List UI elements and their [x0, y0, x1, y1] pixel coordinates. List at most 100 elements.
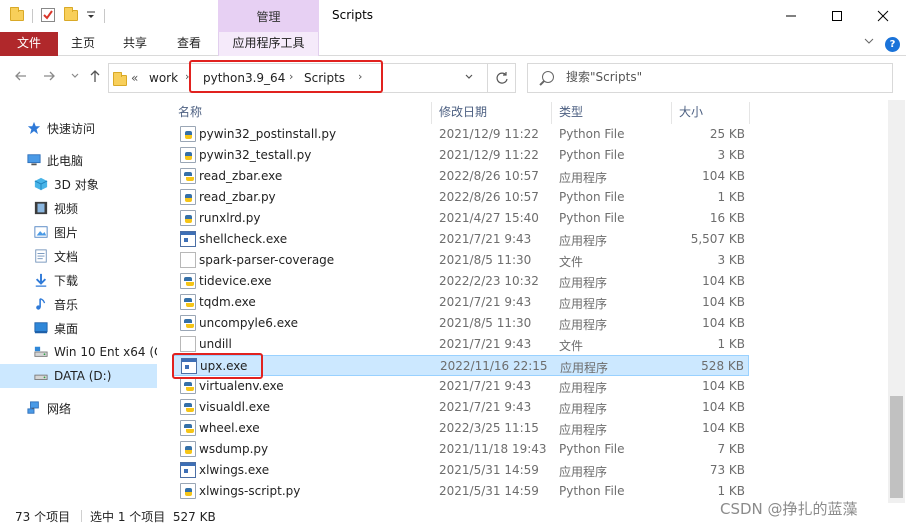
file-row[interactable]: pywin32_postinstall.py 2021/12/9 11:22 Pyt… [172, 124, 749, 145]
column-divider[interactable] [749, 102, 750, 124]
column-header-date[interactable]: 修改日期 [439, 103, 487, 120]
search-input[interactable] [566, 70, 866, 84]
refresh-button[interactable] [487, 64, 516, 92]
file-size: 104 KB [702, 421, 745, 435]
tab-file[interactable]: 文件 [0, 32, 58, 56]
file-row[interactable]: virtualenv.exe 2021/7/21 9:43 应用程序 104 KB [172, 376, 749, 397]
column-header-type[interactable]: 类型 [559, 103, 583, 120]
breadcrumb-python[interactable]: python3.9_64 [203, 71, 285, 85]
file-row[interactable]: tidevice.exe 2022/2/23 10:32 应用程序 104 KB [172, 271, 749, 292]
ribbon-tabs: 文件 主页 共享 查看 应用程序工具 [0, 32, 906, 56]
column-header-name[interactable]: 名称 [178, 103, 202, 120]
address-history-dropdown[interactable] [464, 70, 474, 87]
sidebar-item-this-pc[interactable]: 此电脑 [0, 148, 157, 172]
sidebar-item-label: 图片 [54, 225, 79, 240]
breadcrumb-work[interactable]: work [149, 71, 178, 85]
up-button[interactable] [86, 69, 104, 87]
close-button[interactable] [860, 0, 906, 32]
chevron-right-icon[interactable]: › [185, 70, 189, 83]
file-type: 应用程序 [560, 361, 609, 375]
sidebar-item-network[interactable]: 网络 [0, 396, 157, 420]
file-date: 2021/7/21 9:43 [439, 337, 532, 351]
chevron-right-icon[interactable]: › [358, 70, 362, 83]
file-row[interactable]: read_zbar.py 2022/8/26 10:57 Python File 1 … [172, 187, 749, 208]
python-file-icon [180, 189, 196, 205]
file-row[interactable]: spark-parser-coverage 2021/8/5 11:30 文件 3 K… [172, 250, 749, 271]
file-name: upx.exe [200, 359, 248, 373]
file-type: 应用程序 [559, 297, 608, 311]
sidebar-item-music[interactable]: 音乐 [0, 292, 157, 316]
selection-info: 选中 1 个项目 527 KB [90, 510, 216, 524]
file-row[interactable]: xlwings.exe 2021/5/31 14:59 应用程序 73 KB [172, 460, 749, 481]
drive-icon [34, 374, 48, 380]
file-row[interactable]: wsdump.py 2021/11/18 19:43 Python File 7 KB [172, 439, 749, 460]
sidebar-item-drive-d[interactable]: DATA (D:) [0, 364, 157, 388]
file-type: Python File [559, 148, 625, 162]
properties-icon[interactable] [40, 7, 56, 23]
vertical-scrollbar[interactable] [888, 100, 905, 503]
file-row[interactable]: shellcheck.exe 2021/7/21 9:43 应用程序 5,507 KB [172, 229, 749, 250]
recent-locations-button[interactable] [66, 69, 84, 87]
file-row[interactable]: upx.exe 2022/11/16 22:15 应用程序 528 KB [172, 355, 749, 376]
scrollbar-thumb[interactable] [890, 396, 903, 498]
tab-view[interactable]: 查看 [170, 32, 208, 56]
help-icon[interactable]: ? [885, 37, 900, 52]
tab-application-tools[interactable]: 应用程序工具 [218, 32, 319, 56]
file-row[interactable]: read_zbar.exe 2022/8/26 10:57 应用程序 104 KB [172, 166, 749, 187]
column-divider[interactable] [431, 102, 432, 124]
address-bar[interactable]: « work › python3.9_64 › Scripts › [108, 63, 516, 93]
customize-quick-access-icon[interactable] [86, 7, 102, 23]
sidebar-item-videos[interactable]: 视频 [0, 196, 157, 220]
file-row[interactable]: visualdl.exe 2021/7/21 9:43 应用程序 104 KB [172, 397, 749, 418]
file-name: undill [199, 337, 232, 351]
file-row[interactable]: runxlrd.py 2021/4/27 15:40 Python File 16 K… [172, 208, 749, 229]
breadcrumb-overflow[interactable]: « [131, 71, 138, 85]
search-box[interactable] [527, 63, 893, 93]
breadcrumb-scripts[interactable]: Scripts [304, 71, 345, 85]
file-name: read_zbar.exe [199, 169, 283, 183]
file-date: 2021/12/9 11:22 [439, 148, 539, 162]
column-divider[interactable] [671, 102, 672, 124]
sidebar-item-documents[interactable]: 文档 [0, 244, 157, 268]
file-row[interactable]: pywin32_testall.py 2021/12/9 11:22 Python … [172, 145, 749, 166]
sidebar-item-quick-access[interactable]: 快速访问 [0, 116, 157, 140]
file-row[interactable]: wheel.exe 2022/3/25 11:15 应用程序 104 KB [172, 418, 749, 439]
file-row[interactable]: xlwings-script.py 2021/5/31 14:59 Python F… [172, 481, 749, 502]
file-date: 2021/7/21 9:43 [439, 295, 532, 309]
file-row[interactable]: uncompyle6.exe 2021/8/5 11:30 应用程序 104 KB [172, 313, 749, 334]
item-count: 73 个项目 [15, 510, 71, 524]
file-name: wheel.exe [199, 421, 260, 435]
file-row[interactable]: undill 2021/7/21 9:43 文件 1 KB [172, 334, 749, 355]
sidebar-item-drive-c[interactable]: Win 10 Ent x64 (C [0, 340, 157, 364]
file-date: 2021/8/5 11:30 [439, 253, 532, 267]
forward-button[interactable] [40, 69, 58, 87]
desktop-icon [34, 322, 48, 334]
star-icon [27, 121, 41, 135]
sidebar-item-pictures[interactable]: 图片 [0, 220, 157, 244]
maximize-button[interactable] [814, 0, 860, 32]
sidebar-item-downloads[interactable]: 下载 [0, 268, 157, 292]
chevron-right-icon[interactable]: › [289, 70, 293, 83]
sidebar-item-label: 3D 对象 [54, 177, 99, 192]
tab-share[interactable]: 共享 [116, 32, 154, 56]
file-type: 文件 [559, 255, 584, 269]
column-divider[interactable] [551, 102, 552, 124]
file-date: 2021/7/21 9:43 [439, 400, 532, 414]
file-row[interactable]: tqdm.exe 2021/7/21 9:43 应用程序 104 KB [172, 292, 749, 313]
back-button[interactable] [12, 69, 30, 87]
file-size: 1 KB [717, 337, 745, 351]
sidebar-item-3d-objects[interactable]: 3D 对象 [0, 172, 157, 196]
column-header-size[interactable]: 大小 [679, 103, 703, 120]
expand-ribbon-icon[interactable] [864, 36, 874, 49]
new-folder-icon[interactable] [64, 7, 80, 23]
file-size: 104 KB [702, 379, 745, 393]
file-name: pywin32_testall.py [199, 148, 312, 162]
file-type: 应用程序 [559, 234, 608, 248]
tab-manage[interactable]: 管理 [218, 0, 319, 32]
file-size: 16 KB [709, 211, 745, 225]
file-size: 528 KB [701, 359, 744, 373]
minimize-button[interactable] [768, 0, 814, 32]
sidebar-item-desktop[interactable]: 桌面 [0, 316, 157, 340]
file-type: 应用程序 [559, 276, 608, 290]
tab-home[interactable]: 主页 [64, 32, 102, 56]
